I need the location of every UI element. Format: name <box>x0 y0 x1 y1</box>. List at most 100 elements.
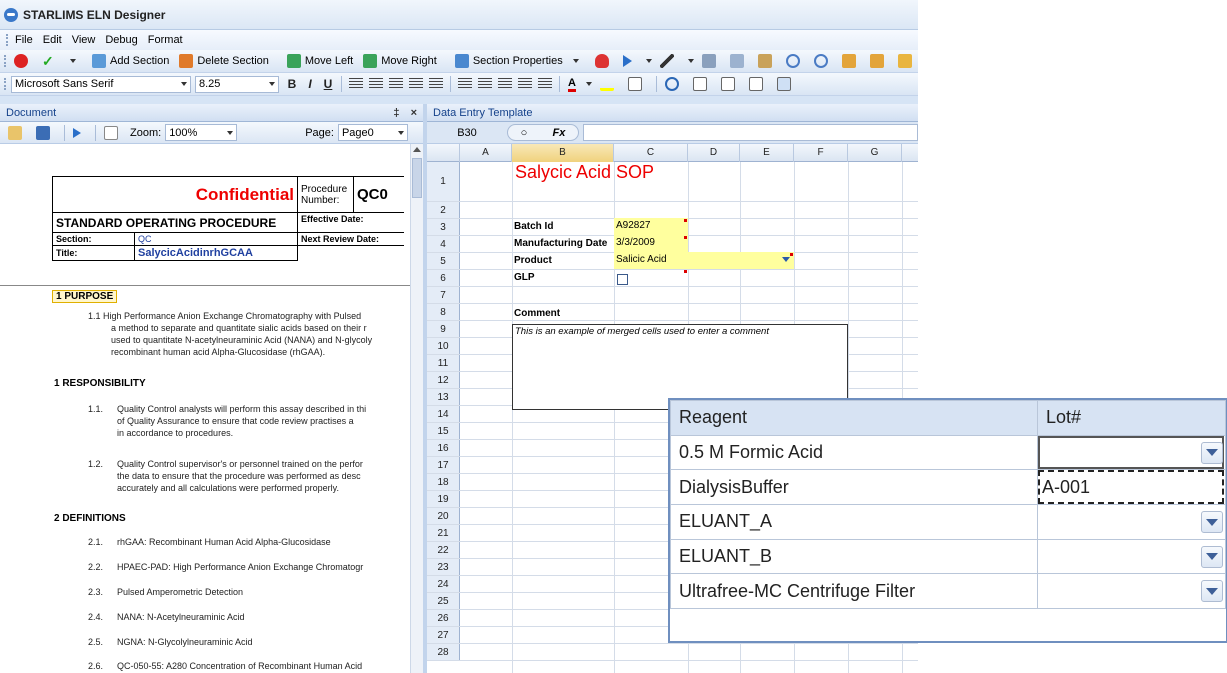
chevron-down-icon[interactable] <box>572 59 579 63</box>
move-right-button[interactable]: Move Right <box>359 52 441 71</box>
zoom-select[interactable]: 100% <box>165 124 238 141</box>
paste-icon[interactable] <box>754 52 780 71</box>
valign-middle-icon[interactable] <box>478 78 492 90</box>
column-header[interactable]: B <box>512 144 614 162</box>
lot-dropdown-button[interactable] <box>1201 441 1223 464</box>
italic-button[interactable]: I <box>301 77 319 91</box>
row-header[interactable]: 5 <box>427 253 460 269</box>
column-header[interactable]: E <box>740 144 794 162</box>
edit-icon[interactable] <box>100 123 126 142</box>
font-size-select[interactable]: 8.25 <box>195 75 279 93</box>
scrollbar-thumb[interactable] <box>412 158 422 198</box>
chevron-down-icon[interactable] <box>645 59 652 63</box>
row-header[interactable]: 2 <box>427 202 460 218</box>
align-right-icon[interactable] <box>389 78 403 90</box>
run-icon[interactable] <box>619 52 640 71</box>
check-icon[interactable]: ✓ <box>38 52 64 71</box>
row-header[interactable]: 10 <box>427 338 460 354</box>
row-header[interactable]: 14 <box>427 406 460 422</box>
column-header[interactable]: G <box>848 144 902 162</box>
document-scrollbar[interactable] <box>410 144 423 673</box>
grid-control-icon[interactable] <box>773 75 799 94</box>
cut-icon[interactable] <box>698 52 724 71</box>
lot-select[interactable] <box>1037 504 1226 540</box>
heart-icon[interactable] <box>591 52 617 71</box>
section-properties-button[interactable]: Section Properties <box>451 52 567 71</box>
chevron-down-icon[interactable] <box>687 59 694 63</box>
lot-dropdown-button[interactable] <box>1201 580 1223 603</box>
row-header[interactable]: 15 <box>427 423 460 439</box>
column-header[interactable]: D <box>688 144 740 162</box>
row-header[interactable]: 8 <box>427 304 460 320</box>
chevron-down-icon[interactable] <box>70 59 76 63</box>
close-icon[interactable]: × <box>411 107 417 119</box>
justify-icon[interactable] <box>409 78 423 90</box>
row-header[interactable]: 28 <box>427 644 460 660</box>
font-color-icon[interactable]: A <box>564 75 580 94</box>
row-header[interactable]: 26 <box>427 610 460 626</box>
checkbox-control-icon[interactable] <box>745 75 771 94</box>
row-header[interactable]: 24 <box>427 576 460 592</box>
redo-icon[interactable] <box>810 52 836 71</box>
play-icon[interactable] <box>69 123 89 142</box>
row-header[interactable]: 11 <box>427 355 460 371</box>
bold-button[interactable]: B <box>283 77 301 91</box>
move-left-button[interactable]: Move Left <box>283 52 357 71</box>
lot-dropdown-button[interactable] <box>1201 545 1223 568</box>
copy-icon[interactable] <box>726 52 752 71</box>
valign-top-icon[interactable] <box>458 78 472 90</box>
open-icon[interactable] <box>4 123 30 142</box>
row-header[interactable]: 21 <box>427 525 460 541</box>
pencil-icon[interactable] <box>656 52 682 71</box>
row-header[interactable]: 6 <box>427 270 460 286</box>
row-header[interactable]: 20 <box>427 508 460 524</box>
function-button[interactable]: ○ Fx <box>507 124 579 141</box>
row-header[interactable]: 16 <box>427 440 460 456</box>
pin-icon[interactable]: ‡ <box>393 107 399 119</box>
row-header[interactable]: 4 <box>427 236 460 252</box>
row-header[interactable]: 27 <box>427 627 460 643</box>
menu-edit[interactable]: Edit <box>43 34 62 46</box>
cancel-icon[interactable] <box>10 52 36 71</box>
column-header[interactable]: F <box>794 144 848 162</box>
row-header[interactable]: 12 <box>427 372 460 388</box>
align-left-icon[interactable] <box>349 78 363 90</box>
purpose-heading[interactable]: 1 PURPOSE <box>52 290 118 303</box>
row-header[interactable]: 7 <box>427 287 460 303</box>
row-header[interactable]: 1 <box>427 162 460 201</box>
product-select[interactable]: Salicic Acid <box>614 252 794 269</box>
row-header[interactable]: 3 <box>427 219 460 235</box>
label-control-icon[interactable] <box>689 75 715 94</box>
font-family-select[interactable]: Microsoft Sans Serif <box>11 75 191 93</box>
lot-select[interactable] <box>1037 538 1226 575</box>
row-header[interactable]: 18 <box>427 474 460 490</box>
cell-reference[interactable]: B30 <box>427 127 507 139</box>
add-section-button[interactable]: Add Section <box>88 52 173 71</box>
menu-format[interactable]: Format <box>148 34 183 46</box>
column-header[interactable]: A <box>460 144 512 162</box>
outdent-icon[interactable] <box>866 52 892 71</box>
menu-debug[interactable]: Debug <box>105 34 137 46</box>
batch-id-input[interactable]: A92827 <box>614 218 688 235</box>
align-center-icon[interactable] <box>369 78 383 90</box>
column-header[interactable]: C <box>614 144 688 162</box>
borders-icon[interactable] <box>624 75 650 94</box>
lot-dropdown-button[interactable] <box>1201 511 1223 534</box>
lot-select[interactable] <box>1037 434 1226 471</box>
menu-file[interactable]: File <box>15 34 33 46</box>
chevron-down-icon[interactable] <box>782 257 790 262</box>
column-icon[interactable] <box>518 78 532 90</box>
row-header[interactable]: 23 <box>427 559 460 575</box>
select-all-corner[interactable] <box>427 144 460 162</box>
glp-checkbox[interactable] <box>617 274 628 285</box>
textbox-control-icon[interactable] <box>717 75 743 94</box>
underline-button[interactable]: U <box>319 77 337 91</box>
manufacturing-date-input[interactable]: 3/3/2009 <box>614 235 688 252</box>
chevron-down-icon[interactable] <box>585 82 592 86</box>
row-icon[interactable] <box>538 78 552 90</box>
menu-view[interactable]: View <box>72 34 96 46</box>
fill-color-icon[interactable] <box>596 75 622 94</box>
align-distributed-icon[interactable] <box>429 78 443 90</box>
lot-value[interactable]: A-001 <box>1038 470 1224 505</box>
search-icon[interactable] <box>661 75 687 94</box>
